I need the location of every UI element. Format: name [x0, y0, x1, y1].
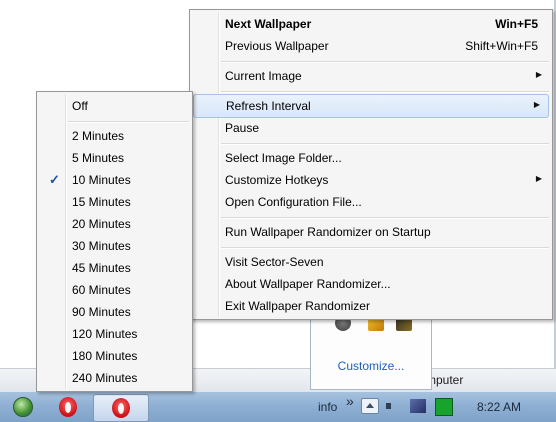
- interval-item-45[interactable]: 45 Minutes: [39, 257, 190, 279]
- menu-separator: [221, 143, 549, 145]
- menu-item-exit[interactable]: Exit Wallpaper Randomizer: [192, 295, 550, 317]
- menu-item-label: About Wallpaper Randomizer...: [225, 277, 391, 291]
- menu-item-label: Select Image Folder...: [225, 151, 342, 165]
- opera-icon: [59, 397, 77, 417]
- interval-item-120[interactable]: 120 Minutes: [39, 323, 190, 345]
- menu-item-current-image[interactable]: Current Image ▶: [192, 65, 550, 87]
- menu-separator: [221, 247, 549, 249]
- menu-item-label: 60 Minutes: [72, 283, 131, 297]
- menu-item-label: Previous Wallpaper: [225, 39, 329, 53]
- menu-item-label: Refresh Interval: [226, 99, 311, 113]
- menu-item-select-image-folder[interactable]: Select Image Folder...: [192, 147, 550, 169]
- windows-orb-icon: [13, 397, 33, 417]
- menu-item-visit-sector-seven[interactable]: Visit Sector-Seven: [192, 251, 550, 273]
- interval-item-2[interactable]: 2 Minutes: [39, 125, 190, 147]
- menu-item-label: 5 Minutes: [72, 151, 125, 165]
- menu-item-label: Off: [72, 99, 88, 113]
- taskbar: info » 8:22 AM: [0, 391, 556, 422]
- menu-item-label: Exit Wallpaper Randomizer: [225, 299, 370, 313]
- menu-item-label: Next Wallpaper: [225, 17, 312, 31]
- interval-item-60[interactable]: 60 Minutes: [39, 279, 190, 301]
- menu-item-label: 120 Minutes: [72, 327, 138, 341]
- menu-item-label: Pause: [225, 121, 260, 135]
- menu-item-label: 20 Minutes: [72, 217, 131, 231]
- menu-separator: [221, 217, 549, 219]
- menu-item-label: 15 Minutes: [72, 195, 131, 209]
- submenu-arrow-icon: ▶: [533, 100, 540, 109]
- start-button[interactable]: [8, 394, 38, 420]
- show-hidden-icons-icon[interactable]: »: [346, 393, 354, 409]
- menu-item-label: Visit Sector-Seven: [225, 255, 324, 269]
- menu-item-label: 90 Minutes: [72, 305, 131, 319]
- menu-item-label: 240 Minutes: [72, 371, 138, 385]
- interval-item-5[interactable]: 5 Minutes: [39, 147, 190, 169]
- interval-item-240[interactable]: 240 Minutes: [39, 367, 190, 389]
- menu-item-next-wallpaper[interactable]: Next Wallpaper Win+F5: [192, 13, 550, 35]
- menu-item-about[interactable]: About Wallpaper Randomizer...: [192, 273, 550, 295]
- menu-separator: [221, 91, 549, 93]
- interval-item-30[interactable]: 30 Minutes: [39, 235, 190, 257]
- interval-item-off[interactable]: Off: [39, 95, 190, 117]
- submenu-arrow-icon: ▶: [535, 174, 542, 183]
- menu-item-label: Run Wallpaper Randomizer on Startup: [225, 225, 431, 239]
- clock[interactable]: 8:22 AM: [477, 400, 521, 414]
- menu-item-shortcut: Shift+Win+F5: [465, 39, 538, 53]
- tray-context-menu: Next Wallpaper Win+F5 Previous Wallpaper…: [189, 9, 553, 320]
- taskbar-opera-button-active[interactable]: [93, 394, 149, 422]
- chevron-up-icon: [366, 403, 374, 408]
- interval-item-20[interactable]: 20 Minutes: [39, 213, 190, 235]
- menu-item-label: Customize Hotkeys: [225, 173, 329, 187]
- interval-item-10[interactable]: ✓ 10 Minutes: [39, 169, 190, 191]
- menu-item-label: 180 Minutes: [72, 349, 138, 363]
- tray-arrow-button[interactable]: [361, 398, 379, 414]
- menu-item-pause[interactable]: Pause: [192, 117, 550, 139]
- customize-link[interactable]: Customize...: [311, 359, 431, 373]
- menu-item-refresh-interval[interactable]: Refresh Interval ▶: [193, 94, 549, 118]
- menu-item-label: Open Configuration File...: [225, 195, 362, 209]
- taskbar-opera-button[interactable]: [50, 394, 86, 420]
- menu-item-shortcut: Win+F5: [495, 17, 538, 31]
- menu-separator: [68, 121, 189, 123]
- menu-separator: [221, 61, 549, 63]
- menu-item-label: 10 Minutes: [72, 173, 131, 187]
- volume-icon[interactable]: [386, 400, 400, 412]
- checkmark-icon: ✓: [49, 172, 60, 187]
- menu-item-customize-hotkeys[interactable]: Customize Hotkeys ▶: [192, 169, 550, 191]
- refresh-interval-submenu: Off 2 Minutes 5 Minutes ✓ 10 Minutes 15 …: [36, 91, 193, 392]
- tray-label: info: [318, 400, 338, 414]
- menu-item-label: 2 Minutes: [72, 129, 125, 143]
- interval-item-15[interactable]: 15 Minutes: [39, 191, 190, 213]
- menu-item-label: 45 Minutes: [72, 261, 131, 275]
- wallpaper-randomizer-tray-icon[interactable]: [435, 398, 453, 416]
- interval-item-90[interactable]: 90 Minutes: [39, 301, 190, 323]
- opera-icon: [112, 398, 130, 418]
- menu-item-previous-wallpaper[interactable]: Previous Wallpaper Shift+Win+F5: [192, 35, 550, 57]
- submenu-arrow-icon: ▶: [535, 70, 542, 79]
- interval-item-180[interactable]: 180 Minutes: [39, 345, 190, 367]
- menu-item-run-on-startup[interactable]: Run Wallpaper Randomizer on Startup: [192, 221, 550, 243]
- menu-item-label: 30 Minutes: [72, 239, 131, 253]
- menu-item-label: Current Image: [225, 69, 302, 83]
- network-icon[interactable]: [410, 399, 426, 413]
- menu-item-open-configuration-file[interactable]: Open Configuration File...: [192, 191, 550, 213]
